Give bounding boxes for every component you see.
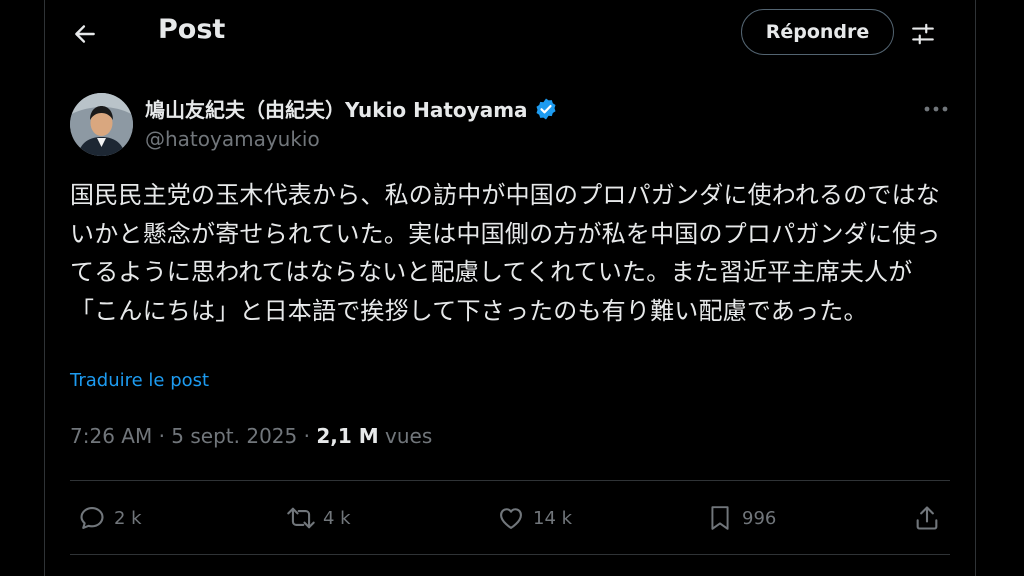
author-handle[interactable]: @hatoyamayukio [145, 127, 320, 151]
filter-button[interactable] [907, 18, 939, 50]
views-label: vues [385, 424, 433, 448]
arrow-left-icon [75, 25, 95, 43]
post-header: Post Répondre [45, 0, 975, 66]
bookmark-icon [704, 502, 736, 534]
divider [70, 480, 950, 481]
author-name[interactable]: 鳩山友紀夫（由紀夫）Yukio Hatoyama [145, 94, 558, 123]
translate-link[interactable]: Traduire le post [70, 370, 209, 391]
meta-separator: · [158, 424, 172, 448]
author-name-text: 鳩山友紀夫（由紀夫）Yukio Hatoyama [145, 98, 528, 122]
heart-icon [495, 502, 527, 534]
comment-icon [76, 502, 108, 534]
verified-badge-icon [534, 97, 558, 121]
avatar[interactable] [70, 93, 133, 156]
meta-separator: · [303, 424, 317, 448]
bookmark-count: 996 [742, 507, 777, 529]
bookmark-action[interactable]: 996 [704, 500, 776, 536]
back-button[interactable] [67, 16, 103, 52]
like-count: 14 k [533, 507, 573, 529]
tweet-text: 国民民主党の玉木代表から、私の訪中が中国のプロパガンダに使われるのではないかと懸… [70, 181, 941, 325]
page-title: Post [158, 14, 226, 45]
share-action[interactable] [911, 500, 943, 536]
more-button[interactable] [919, 94, 953, 124]
repost-icon [285, 502, 317, 534]
reply-button[interactable]: Répondre [741, 9, 894, 55]
reply-action[interactable]: 2 k [76, 500, 142, 536]
reply-count: 2 k [114, 507, 142, 529]
repost-count: 4 k [323, 507, 351, 529]
sliders-icon [912, 23, 934, 45]
repost-action[interactable]: 4 k [285, 500, 351, 536]
tweet-meta: 7:26 AM · 5 sept. 2025 · 2,1 M vues [70, 424, 432, 448]
share-icon [911, 502, 943, 534]
like-action[interactable]: 14 k [495, 500, 572, 536]
divider [70, 554, 950, 555]
post-column: Post Répondre 鳩山友紀夫（由紀夫）Yukio Hatoyama @… [44, 0, 976, 576]
views-count: 2,1 M [316, 424, 379, 448]
tweet-time[interactable]: 7:26 AM [70, 424, 152, 448]
avatar-portrait-icon [70, 93, 133, 156]
more-horizontal-icon [924, 106, 948, 112]
tweet-date[interactable]: 5 sept. 2025 [171, 424, 297, 448]
